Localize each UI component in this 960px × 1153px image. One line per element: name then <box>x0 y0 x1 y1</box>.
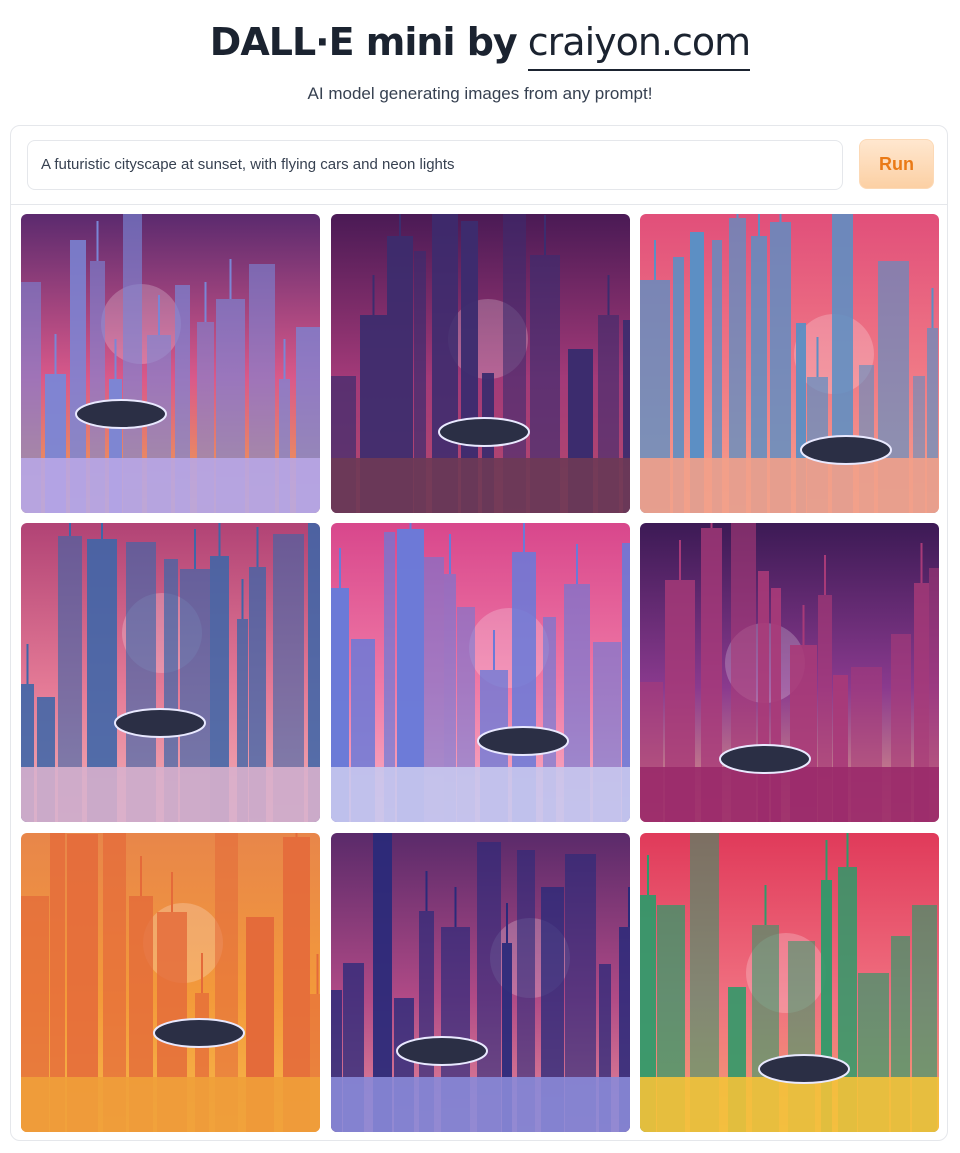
page-title: DALL·E mini by craiyon.com <box>0 16 960 71</box>
result-image-6[interactable] <box>640 523 939 822</box>
result-image-9[interactable] <box>640 833 939 1132</box>
result-image-3[interactable] <box>640 214 939 513</box>
result-image-5[interactable] <box>331 523 630 822</box>
results-grid <box>11 126 947 1140</box>
page-subtitle: AI model generating images from any prom… <box>307 84 653 103</box>
craiyon-link[interactable]: craiyon.com <box>527 16 751 71</box>
result-image-8[interactable] <box>331 833 630 1132</box>
result-image-2[interactable] <box>331 214 630 513</box>
title-brand: DALL·E mini by <box>209 20 518 64</box>
result-image-4[interactable] <box>21 523 320 822</box>
generator-panel: A futuristic cityscape at sunset, with f… <box>10 125 948 1141</box>
result-image-7[interactable] <box>21 833 320 1132</box>
result-image-1[interactable] <box>21 214 320 513</box>
